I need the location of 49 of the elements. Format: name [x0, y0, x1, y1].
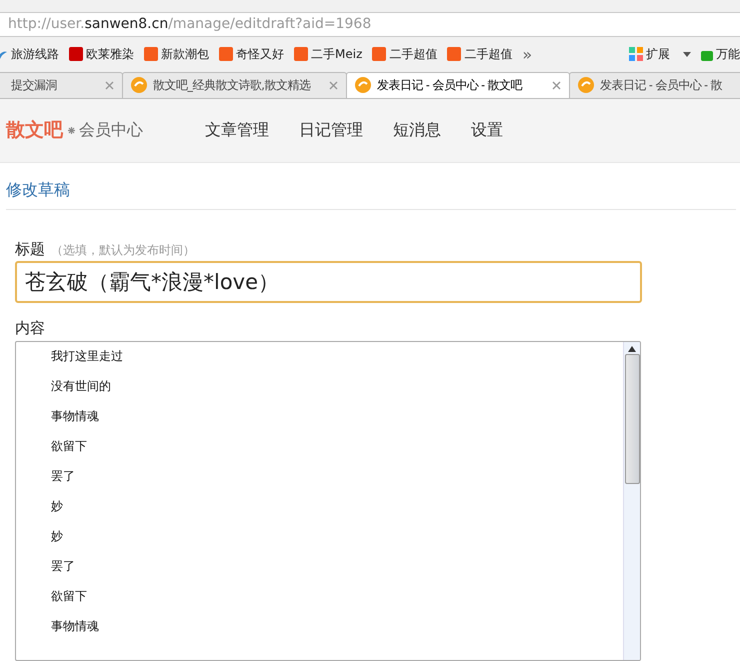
bookmark[interactable]: 新款潮包: [144, 46, 209, 63]
title-field[interactable]: 苍玄破（霸气*浪漫*love）: [15, 261, 642, 304]
shopping-icon: [294, 47, 308, 62]
bookmark[interactable]: 奇怪又好: [219, 46, 284, 63]
shopping-icon: [372, 47, 386, 62]
bookmark[interactable]: 旅游线路: [0, 46, 59, 63]
text-line: 事物情魂: [51, 408, 100, 426]
t-logo-icon: [69, 47, 83, 62]
caret-icon: [683, 52, 691, 57]
grid-icon: [629, 47, 643, 62]
nav-link[interactable]: 文章管理: [205, 120, 269, 141]
bookmark[interactable]: 二手超值: [447, 46, 512, 63]
nav-link[interactable]: 短消息: [393, 120, 441, 141]
text-line: 欲留下: [51, 438, 88, 456]
browser-tab[interactable]: 发表日记 - 会员中心 - 散文吧: [346, 72, 570, 98]
more-bookmarks[interactable]: »: [522, 44, 532, 64]
bookmark[interactable]: 欧莱雅染: [69, 46, 134, 63]
text-line: 欲留下: [51, 588, 88, 606]
text-line: 罢了: [51, 468, 76, 486]
extension-button[interactable]: 万能: [701, 46, 740, 63]
field-label: 标题: [15, 240, 45, 260]
scrollbar[interactable]: [623, 342, 640, 660]
field-label: 内容: [15, 319, 45, 338]
bookmark[interactable]: 二手Meiz: [294, 46, 362, 63]
text-line: 事物情魂: [51, 618, 100, 636]
text-line: 妙: [51, 528, 64, 546]
text-line: 我打这里走过: [51, 348, 124, 366]
shopping-icon: [144, 47, 158, 62]
field-hint: （选填，默认为发布时间）: [51, 242, 195, 260]
browser-tab[interactable]: 发表日记 - 会员中心 - 散: [569, 72, 740, 98]
shopping-icon: [447, 47, 462, 62]
close-icon[interactable]: [552, 80, 561, 90]
page-title: 修改草稿: [6, 180, 70, 200]
bookmark[interactable]: 二手超值: [372, 46, 438, 63]
nav-link[interactable]: 日记管理: [299, 120, 363, 141]
close-icon[interactable]: [329, 80, 338, 90]
text-line: 罢了: [51, 558, 76, 576]
site-subtitle: 会员中心: [79, 120, 143, 141]
text-line: 没有世间的: [51, 378, 112, 396]
content-field[interactable]: 我打这里走过 没有世间的 事物情魂 欲留下 罢了 妙 妙 罢了 欲留下 事物情魂: [15, 341, 641, 661]
address-bar[interactable]: http://user.sanwen8.cn/manage/editdraft?aid=1968: [0, 12, 740, 37]
text-line: 妙: [51, 498, 64, 516]
shopping-icon: [219, 47, 233, 62]
close-icon[interactable]: [105, 80, 114, 90]
star-icon: [68, 126, 75, 134]
nav-link[interactable]: 设置: [471, 120, 503, 141]
extension-button[interactable]: 扩展: [629, 46, 691, 63]
browser-tab[interactable]: 散文吧_经典散文诗歌,散文精选: [122, 72, 347, 98]
browser-tab[interactable]: 提交漏洞: [0, 72, 123, 98]
